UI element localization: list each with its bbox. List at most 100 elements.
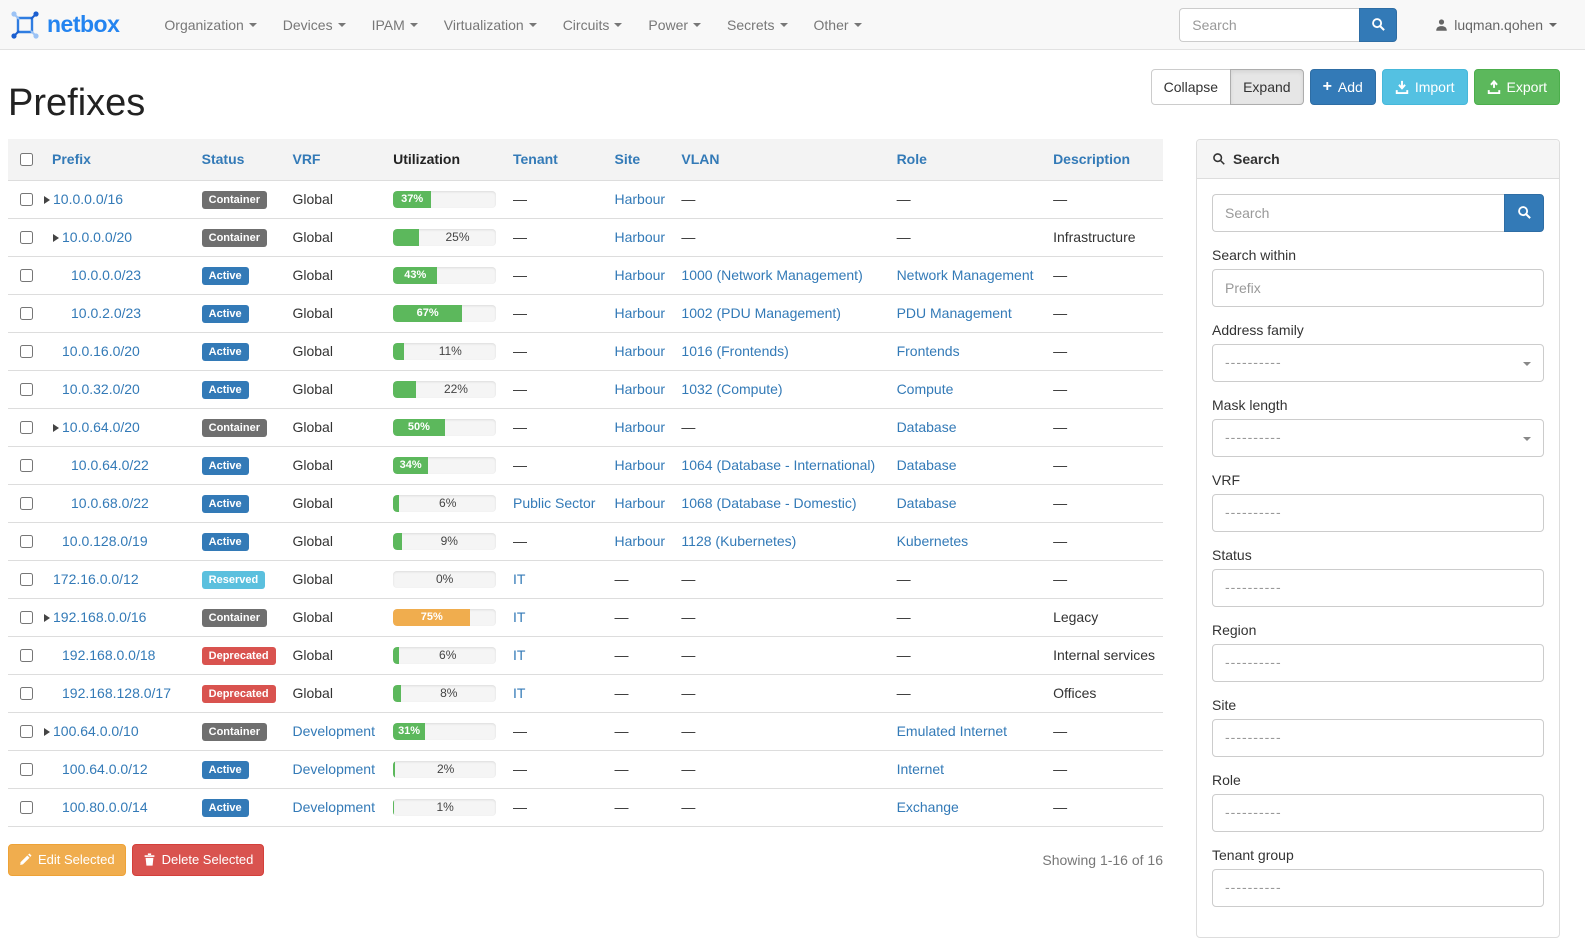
row-checkbox[interactable] bbox=[20, 231, 33, 244]
row-checkbox[interactable] bbox=[20, 687, 33, 700]
prefix-link[interactable]: 10.0.0.0/16 bbox=[53, 191, 123, 207]
role-link[interactable]: PDU Management bbox=[897, 305, 1012, 321]
role-link[interactable]: Kubernetes bbox=[897, 533, 969, 549]
site-link[interactable]: Harbour bbox=[614, 457, 665, 473]
menu-circuits[interactable]: Circuits bbox=[550, 2, 636, 48]
column-header-site[interactable]: Site bbox=[606, 139, 673, 181]
vlan-link[interactable]: 1068 (Database - Domestic) bbox=[681, 495, 856, 511]
site-link[interactable]: Harbour bbox=[614, 419, 665, 435]
expand-icon[interactable] bbox=[44, 196, 50, 204]
role-link[interactable]: Database bbox=[897, 495, 957, 511]
vlan-link[interactable]: 1016 (Frontends) bbox=[681, 343, 788, 359]
global-search-input[interactable] bbox=[1179, 8, 1359, 42]
add-button[interactable]: + Add bbox=[1310, 69, 1376, 105]
status-select[interactable]: ---------- bbox=[1212, 569, 1544, 607]
role-link[interactable]: Compute bbox=[897, 381, 954, 397]
filter-search-input[interactable] bbox=[1212, 194, 1504, 232]
vlan-link[interactable]: 1032 (Compute) bbox=[681, 381, 782, 397]
prefix-link[interactable]: 10.0.128.0/19 bbox=[62, 533, 148, 549]
import-button[interactable]: Import bbox=[1382, 69, 1468, 105]
expand-button[interactable]: Expand bbox=[1230, 69, 1303, 105]
prefix-link[interactable]: 192.168.0.0/16 bbox=[53, 609, 146, 625]
region-select[interactable]: ---------- bbox=[1212, 644, 1544, 682]
prefix-link[interactable]: 10.0.2.0/23 bbox=[71, 305, 141, 321]
site-link[interactable]: Harbour bbox=[614, 229, 665, 245]
vlan-link[interactable]: 1064 (Database - International) bbox=[681, 457, 875, 473]
collapse-button[interactable]: Collapse bbox=[1151, 69, 1231, 105]
column-header-vrf[interactable]: VRF bbox=[284, 139, 385, 181]
row-checkbox[interactable] bbox=[20, 193, 33, 206]
vrf-link[interactable]: Development bbox=[292, 761, 375, 777]
menu-secrets[interactable]: Secrets bbox=[714, 2, 800, 48]
role-link[interactable]: Exchange bbox=[897, 799, 959, 815]
menu-devices[interactable]: Devices bbox=[270, 2, 359, 48]
expand-icon[interactable] bbox=[53, 234, 59, 242]
role-link[interactable]: Database bbox=[897, 419, 957, 435]
site-link[interactable]: Harbour bbox=[614, 267, 665, 283]
prefix-link[interactable]: 100.64.0.0/12 bbox=[62, 761, 148, 777]
row-checkbox[interactable] bbox=[20, 421, 33, 434]
row-checkbox[interactable] bbox=[20, 801, 33, 814]
row-checkbox[interactable] bbox=[20, 611, 33, 624]
search-within-input[interactable] bbox=[1212, 269, 1544, 307]
site-link[interactable]: Harbour bbox=[614, 495, 665, 511]
menu-power[interactable]: Power bbox=[635, 2, 714, 48]
role-link[interactable]: Internet bbox=[897, 761, 944, 777]
delete-selected-button[interactable]: Delete Selected bbox=[132, 844, 265, 876]
site-select[interactable]: ---------- bbox=[1212, 719, 1544, 757]
role-link[interactable]: Frontends bbox=[897, 343, 960, 359]
role-select[interactable]: ---------- bbox=[1212, 794, 1544, 832]
role-link[interactable]: Network Management bbox=[897, 267, 1034, 283]
prefix-link[interactable]: 172.16.0.0/12 bbox=[53, 571, 139, 587]
menu-organization[interactable]: Organization bbox=[151, 2, 269, 48]
column-header-vlan[interactable]: VLAN bbox=[673, 139, 888, 181]
select-all-checkbox[interactable] bbox=[20, 153, 33, 166]
tenant-group-select[interactable]: ---------- bbox=[1212, 869, 1544, 907]
column-header-role[interactable]: Role bbox=[889, 139, 1046, 181]
tenant-link[interactable]: IT bbox=[513, 647, 525, 663]
row-checkbox[interactable] bbox=[20, 345, 33, 358]
row-checkbox[interactable] bbox=[20, 307, 33, 320]
column-header-prefix[interactable]: Prefix bbox=[44, 139, 194, 181]
column-header-description[interactable]: Description bbox=[1045, 139, 1163, 181]
prefix-link[interactable]: 10.0.64.0/20 bbox=[62, 419, 140, 435]
tenant-link[interactable]: IT bbox=[513, 609, 525, 625]
prefix-link[interactable]: 10.0.16.0/20 bbox=[62, 343, 140, 359]
role-link[interactable]: Emulated Internet bbox=[897, 723, 1008, 739]
column-header-tenant[interactable]: Tenant bbox=[505, 139, 607, 181]
row-checkbox[interactable] bbox=[20, 269, 33, 282]
address-family-select[interactable]: ---------- bbox=[1212, 344, 1544, 382]
row-checkbox[interactable] bbox=[20, 459, 33, 472]
prefix-link[interactable]: 100.80.0.0/14 bbox=[62, 799, 148, 815]
vlan-link[interactable]: 1128 (Kubernetes) bbox=[681, 533, 796, 549]
role-link[interactable]: Database bbox=[897, 457, 957, 473]
site-link[interactable]: Harbour bbox=[614, 305, 665, 321]
export-button[interactable]: Export bbox=[1474, 69, 1560, 105]
filter-search-button[interactable] bbox=[1504, 194, 1544, 232]
prefix-link[interactable]: 192.168.0.0/18 bbox=[62, 647, 155, 663]
prefix-link[interactable]: 10.0.64.0/22 bbox=[71, 457, 149, 473]
column-header-status[interactable]: Status bbox=[194, 139, 285, 181]
vrf-link[interactable]: Development bbox=[292, 799, 375, 815]
row-checkbox[interactable] bbox=[20, 763, 33, 776]
row-checkbox[interactable] bbox=[20, 383, 33, 396]
row-checkbox[interactable] bbox=[20, 497, 33, 510]
prefix-link[interactable]: 10.0.0.0/23 bbox=[71, 267, 141, 283]
menu-other[interactable]: Other bbox=[801, 2, 875, 48]
expand-icon[interactable] bbox=[44, 614, 50, 622]
vlan-link[interactable]: 1000 (Network Management) bbox=[681, 267, 862, 283]
menu-virtualization[interactable]: Virtualization bbox=[431, 2, 550, 48]
row-checkbox[interactable] bbox=[20, 725, 33, 738]
expand-icon[interactable] bbox=[44, 728, 50, 736]
expand-icon[interactable] bbox=[53, 424, 59, 432]
site-link[interactable]: Harbour bbox=[614, 343, 665, 359]
tenant-link[interactable]: IT bbox=[513, 685, 525, 701]
prefix-link[interactable]: 100.64.0.0/10 bbox=[53, 723, 139, 739]
tenant-link[interactable]: IT bbox=[513, 571, 525, 587]
site-link[interactable]: Harbour bbox=[614, 533, 665, 549]
prefix-link[interactable]: 192.168.128.0/17 bbox=[62, 685, 171, 701]
row-checkbox[interactable] bbox=[20, 535, 33, 548]
row-checkbox[interactable] bbox=[20, 649, 33, 662]
tenant-link[interactable]: Public Sector bbox=[513, 495, 595, 511]
prefix-link[interactable]: 10.0.0.0/20 bbox=[62, 229, 132, 245]
